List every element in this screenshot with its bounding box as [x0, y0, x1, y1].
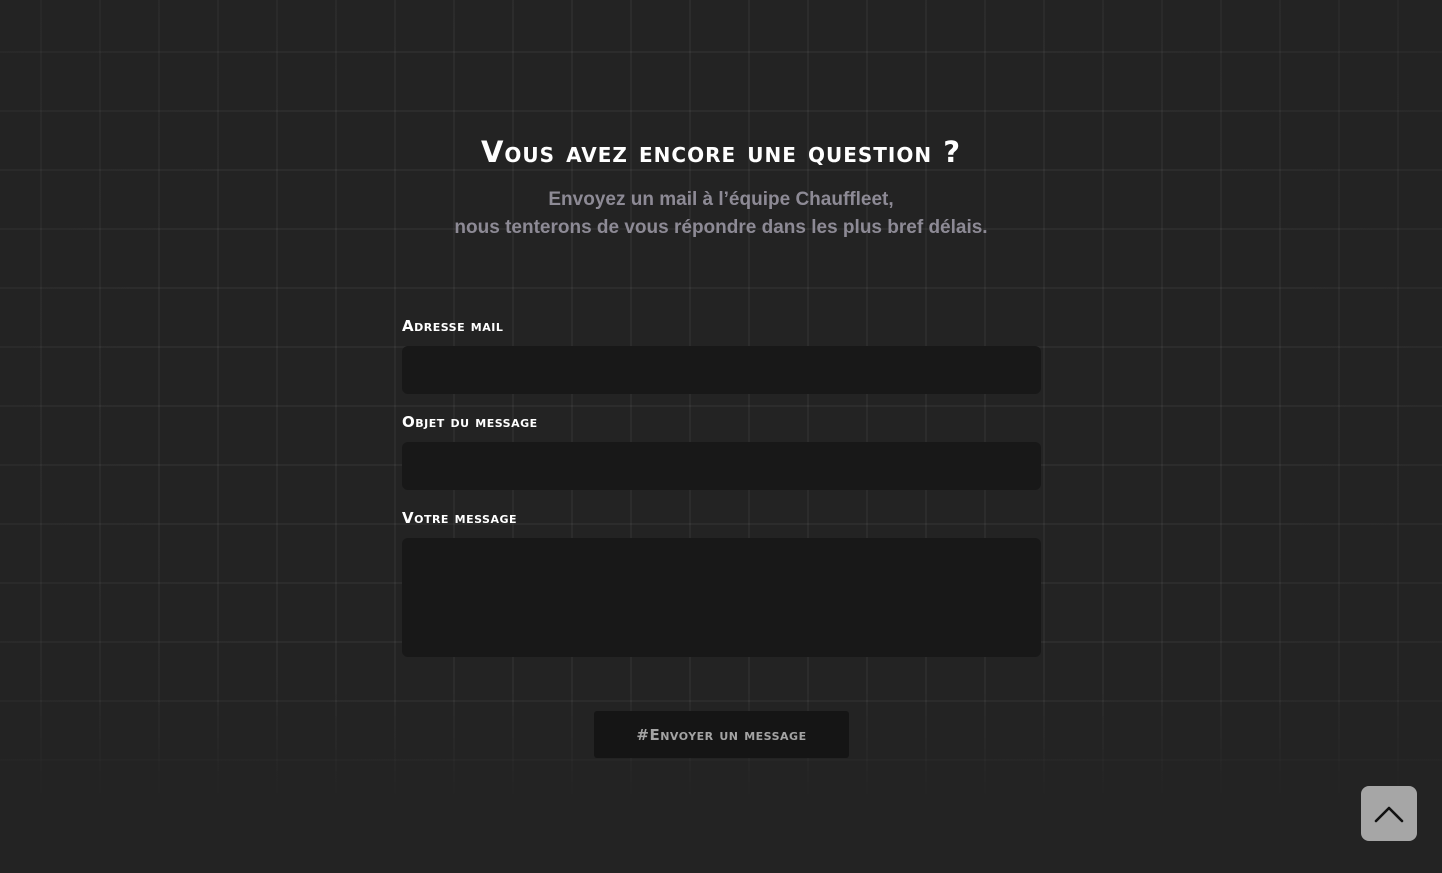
message-label: Votre message: [402, 509, 518, 527]
page-title: Vous avez encore une question ?: [480, 135, 962, 169]
subject-label: Objet du message: [402, 413, 538, 431]
chevron-up-icon: [1374, 806, 1404, 822]
subtitle-line-2: nous tenterons de vous répondre dans les…: [454, 217, 988, 238]
send-message-button[interactable]: #Envoyer un message: [594, 711, 849, 758]
page-subtitle: Envoyez un mail à l’équipe Chauffleet, n…: [0, 186, 1442, 242]
subtitle-line-1: Envoyez un mail à l’équipe Chauffleet,: [548, 189, 894, 210]
subject-field[interactable]: [402, 442, 1041, 490]
message-textarea[interactable]: [402, 538, 1041, 657]
email-field[interactable]: [402, 346, 1041, 394]
scroll-to-top-button[interactable]: [1361, 786, 1417, 841]
email-label: Adresse mail: [402, 317, 504, 335]
contact-section: Vous avez encore une question ? Envoyez …: [0, 0, 1442, 873]
